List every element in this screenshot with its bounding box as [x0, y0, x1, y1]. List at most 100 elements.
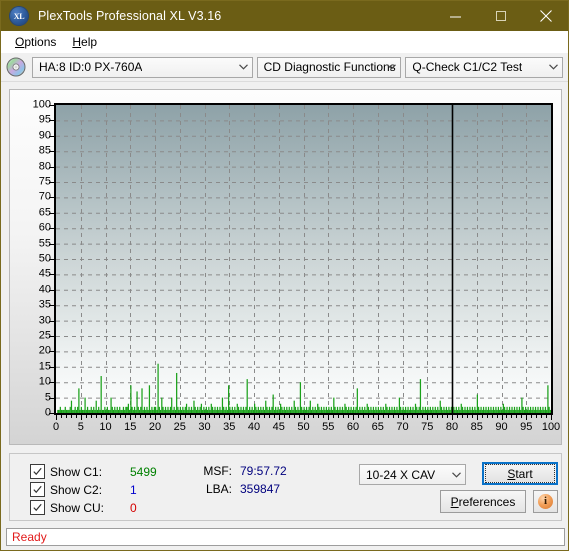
show-c1-row[interactable]: Show C1: 5499	[30, 463, 157, 480]
info-button[interactable]: i	[533, 490, 558, 513]
x-tick-label: 100	[541, 421, 561, 433]
minimize-icon[interactable]	[433, 1, 478, 31]
chevron-down-icon	[235, 58, 252, 77]
x-tick-label: 65	[371, 421, 384, 433]
x-tick-minor	[120, 415, 122, 418]
y-tick-mark	[49, 228, 54, 230]
y-tick-label: 70	[38, 190, 51, 203]
menu-item-help[interactable]: Help	[64, 33, 105, 51]
y-tick-mark	[49, 135, 54, 137]
y-tick-mark	[49, 166, 54, 168]
y-tick-mark	[49, 259, 54, 260]
msf-label: MSF:	[203, 464, 232, 478]
x-tick-mark	[402, 415, 404, 420]
x-tick-minor	[110, 415, 112, 418]
y-tick-label: 60	[38, 221, 51, 234]
x-tick-mark	[278, 415, 280, 420]
menu-help-mnemonic: H	[72, 34, 82, 49]
test-select[interactable]: Q-Check C1/C2 Test	[405, 56, 563, 78]
y-tick-mark	[49, 289, 54, 291]
y-tick-label: 55	[38, 237, 51, 250]
x-tick-mark	[229, 415, 231, 420]
x-tick-label: 80	[445, 421, 459, 433]
x-tick-minor	[471, 415, 473, 418]
show-c2-checkbox[interactable]	[30, 482, 45, 497]
x-tick-mark	[105, 415, 107, 420]
x-tick-label: 25	[173, 421, 186, 433]
x-tick-minor	[239, 415, 241, 418]
x-tick-label: 90	[495, 421, 508, 433]
x-tick-minor	[456, 415, 458, 418]
y-tick-label: 75	[38, 175, 51, 188]
y-tick-label: 65	[38, 206, 51, 219]
x-tick-minor	[184, 415, 186, 418]
x-tick-minor	[214, 415, 216, 418]
preferences-mnemonic: P	[450, 494, 459, 509]
menu-item-options[interactable]: Options	[7, 33, 64, 51]
y-tick-mark	[49, 382, 54, 384]
chevron-down-icon	[448, 465, 465, 484]
cu-count-value: 0	[130, 500, 137, 515]
x-tick-minor	[432, 415, 434, 418]
preferences-button[interactable]: Preferences	[440, 490, 526, 513]
menu-options-mnemonic: O	[15, 34, 25, 49]
maximize-icon[interactable]	[478, 1, 523, 31]
x-tick-minor	[461, 415, 463, 418]
y-tick-mark	[49, 351, 54, 353]
x-tick-minor	[372, 415, 374, 418]
x-tick-minor	[199, 415, 201, 418]
xl-logo-icon: XL	[10, 7, 28, 25]
x-tick-minor	[115, 415, 117, 418]
x-tick-minor	[194, 415, 196, 418]
x-tick-minor	[536, 415, 538, 418]
function-select[interactable]: CD Diagnostic Functions	[256, 56, 402, 78]
x-tick-minor	[90, 415, 92, 418]
toolbar: HA:8 ID:0 PX-760A CD Diagnostic Function…	[1, 53, 568, 82]
drive-select[interactable]: HA:8 ID:0 PX-760A	[32, 56, 253, 78]
show-cu-checkbox[interactable]	[30, 500, 45, 515]
x-tick-minor	[541, 415, 543, 418]
y-tick-label: 40	[38, 283, 51, 296]
x-tick-minor	[60, 415, 62, 418]
x-tick-minor	[323, 415, 325, 418]
chart-panel: 0 5 10 15 20 25 30 35 40 45 50 55 60 65 70 75 80 85 90 95 10…	[9, 89, 562, 445]
x-tick-minor	[159, 415, 161, 418]
y-tick-mark	[49, 182, 54, 183]
x-tick-minor	[447, 415, 449, 418]
show-c2-row[interactable]: Show C2: 1	[30, 481, 137, 498]
y-tick-label: 100	[32, 98, 51, 111]
y-tick-mark	[49, 336, 54, 337]
x-tick-minor	[145, 415, 147, 418]
x-tick-mark	[130, 415, 132, 420]
cd-disc-icon	[6, 57, 26, 77]
y-tick-mark	[49, 197, 54, 199]
menu-bar: Options Help	[1, 31, 568, 53]
x-tick-minor	[313, 415, 315, 418]
start-button-face: Start	[485, 464, 555, 483]
x-tick-mark	[179, 415, 181, 420]
x-tick-label: 85	[470, 421, 483, 433]
x-tick-minor	[174, 415, 176, 418]
show-c2-label: Show C2:	[50, 482, 103, 497]
msf-value: 79:57.72	[240, 464, 287, 478]
speed-select[interactable]: 10-24 X CAV	[359, 464, 466, 485]
x-tick-minor	[224, 415, 226, 418]
y-tick-label: 20	[38, 344, 51, 357]
start-button[interactable]: Start	[482, 462, 558, 485]
x-tick-label: 70	[396, 421, 409, 433]
title-bar: XL PlexTools Professional XL V3.16	[1, 1, 568, 31]
plot-area-wrapper: 0 5 10 15 20 25 30 35 40 45 50 55 60 65 70 75 80 85 90 95 10…	[33, 99, 561, 433]
x-tick-minor	[511, 415, 513, 418]
plot-area	[54, 103, 553, 415]
x-tick-minor	[150, 415, 152, 418]
status-text: Ready	[12, 530, 47, 544]
start-label-rest: tart	[515, 466, 533, 481]
x-tick-minor	[75, 415, 77, 418]
show-cu-label: Show CU:	[50, 500, 105, 515]
close-icon[interactable]	[523, 1, 568, 31]
x-tick-minor	[392, 415, 394, 418]
x-tick-minor	[437, 415, 439, 418]
show-c1-checkbox[interactable]	[30, 464, 45, 479]
show-cu-row[interactable]: Show CU: 0	[30, 499, 137, 516]
x-tick-label: 10	[99, 421, 112, 433]
